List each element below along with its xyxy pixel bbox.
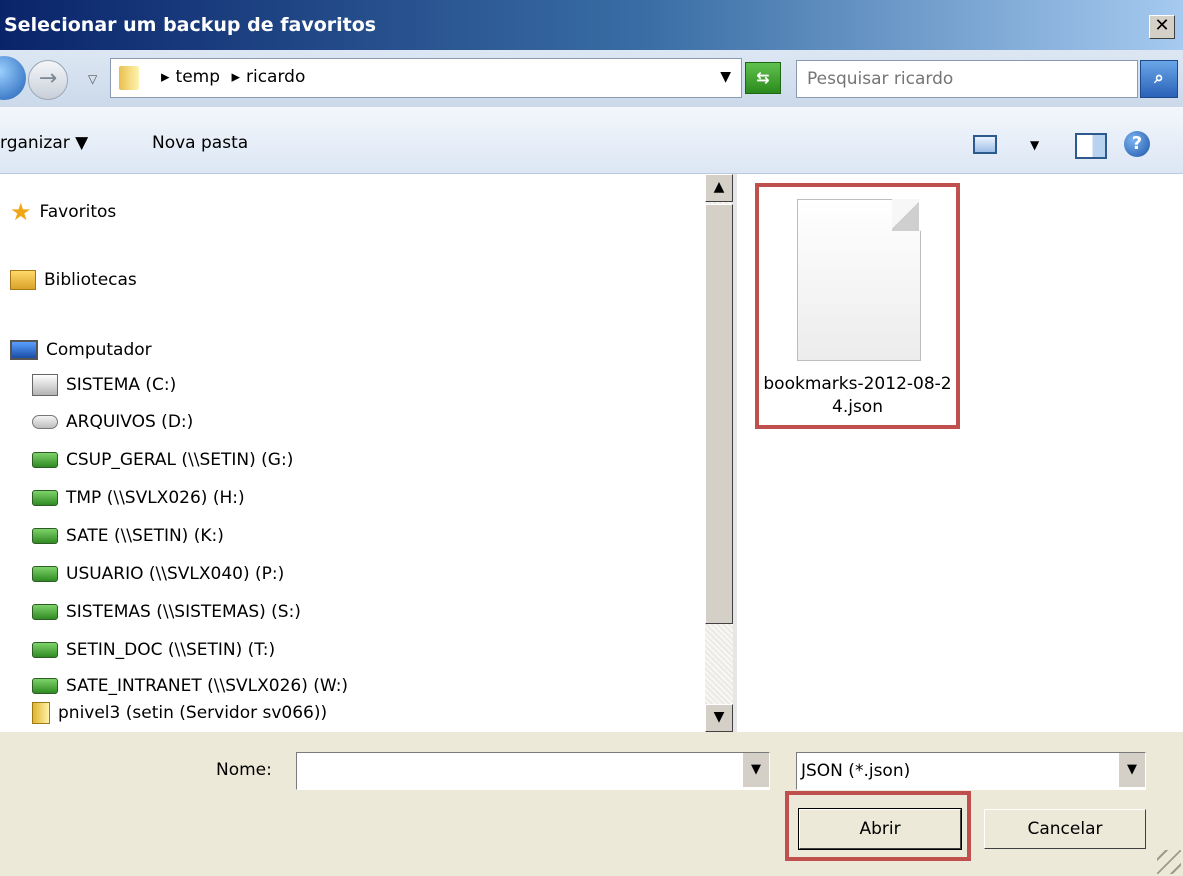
file-type-value: JSON (*.json) bbox=[801, 761, 911, 781]
forward-arrow-icon[interactable]: → bbox=[28, 60, 68, 100]
nav-item-drive-h[interactable]: TMP (\\SVLX026) (H:) bbox=[32, 488, 245, 508]
network-drive-icon bbox=[32, 490, 58, 506]
navigation-scrollbar[interactable]: ▲ ▼ bbox=[705, 174, 733, 732]
libraries-icon bbox=[10, 270, 36, 290]
network-drive-icon bbox=[32, 642, 58, 658]
change-view-icon[interactable] bbox=[973, 135, 997, 154]
preview-pane-icon[interactable] bbox=[1075, 133, 1107, 159]
breadcrumb-ricardo[interactable]: ricardo bbox=[246, 67, 305, 87]
organize-button[interactable]: rganizar ▼ bbox=[0, 133, 88, 153]
view-options-dropdown-icon[interactable]: ▼ bbox=[1030, 138, 1039, 152]
file-type-select[interactable]: JSON (*.json) ▼ bbox=[796, 752, 1146, 790]
hard-drive-icon bbox=[32, 415, 58, 429]
network-drive-icon bbox=[32, 678, 58, 694]
network-drive-icon bbox=[32, 566, 58, 582]
system-drive-icon bbox=[32, 374, 58, 396]
help-icon[interactable]: ? bbox=[1124, 131, 1150, 157]
scroll-up-arrow-icon[interactable]: ▲ bbox=[705, 174, 733, 202]
file-name: bookmarks-2012-08-24.json bbox=[763, 374, 952, 417]
refresh-button[interactable]: ⇆ bbox=[745, 62, 781, 94]
title-bar: Selecionar um backup de favoritos ✕ bbox=[0, 0, 1183, 50]
nav-item-drive-p[interactable]: USUARIO (\\SVLX040) (P:) bbox=[32, 564, 284, 584]
nav-item-computer[interactable]: Computador bbox=[10, 340, 152, 360]
nav-item-label: Computador bbox=[46, 340, 152, 360]
nav-item-label: SISTEMA (C:) bbox=[66, 375, 177, 395]
breadcrumb-separator[interactable]: ▸ bbox=[231, 67, 240, 87]
nav-item-label: SATE (\\SETIN) (K:) bbox=[66, 526, 224, 546]
scroll-down-arrow-icon[interactable]: ▼ bbox=[705, 704, 733, 732]
nav-item-drive-w[interactable]: SATE_INTRANET (\\SVLX026) (W:) bbox=[32, 676, 348, 696]
nav-item-label: SISTEMAS (\\SISTEMAS) (S:) bbox=[66, 602, 301, 622]
window-title: Selecionar um backup de favoritos bbox=[4, 14, 377, 36]
file-item[interactable]: bookmarks-2012-08-24.json bbox=[755, 183, 960, 429]
computer-icon bbox=[10, 340, 38, 360]
open-button[interactable]: Abrir bbox=[798, 808, 962, 850]
nav-item-drive-k[interactable]: SATE (\\SETIN) (K:) bbox=[32, 526, 224, 546]
nav-item-label: SETIN_DOC (\\SETIN) (T:) bbox=[66, 640, 276, 660]
nav-item-label: SATE_INTRANET (\\SVLX026) (W:) bbox=[66, 676, 349, 696]
search-box[interactable] bbox=[796, 60, 1138, 98]
nav-item-drive-s[interactable]: SISTEMAS (\\SISTEMAS) (S:) bbox=[32, 602, 301, 622]
nav-item-label: CSUP_GERAL (\\SETIN) (G:) bbox=[66, 450, 294, 470]
network-drive-icon bbox=[32, 604, 58, 620]
breadcrumb-separator[interactable]: ▸ bbox=[161, 67, 170, 87]
nav-item-label: TMP (\\SVLX026) (H:) bbox=[66, 488, 245, 508]
breadcrumb-temp[interactable]: temp bbox=[176, 67, 220, 87]
chevron-down-icon[interactable]: ▼ bbox=[1118, 753, 1145, 787]
nav-item-drive-c[interactable]: SISTEMA (C:) bbox=[32, 374, 176, 396]
new-folder-button[interactable]: Nova pasta bbox=[152, 133, 248, 153]
nav-item-label: ARQUIVOS (D:) bbox=[66, 412, 194, 432]
nav-item-favorites[interactable]: ★ Favoritos bbox=[10, 198, 116, 226]
cancel-button[interactable]: Cancelar bbox=[984, 809, 1146, 849]
zip-folder-icon bbox=[32, 702, 50, 724]
address-bar[interactable]: ▸ temp ▸ ricardo ▼ bbox=[110, 58, 742, 98]
scrollbar-thumb[interactable] bbox=[705, 204, 733, 624]
nav-item-drive-t[interactable]: SETIN_DOC (\\SETIN) (T:) bbox=[32, 640, 275, 660]
nav-item-label: pnivel3 (setin (Servidor sv066)) bbox=[58, 703, 328, 723]
command-toolbar: rganizar ▼ Nova pasta bbox=[0, 107, 1183, 174]
nav-item-drive-d[interactable]: ARQUIVOS (D:) bbox=[32, 412, 193, 432]
nav-item-label: USUARIO (\\SVLX040) (P:) bbox=[66, 564, 285, 584]
page-fold-icon bbox=[892, 199, 919, 231]
search-input[interactable] bbox=[797, 61, 1129, 97]
search-icon[interactable]: ⌕ bbox=[1140, 60, 1178, 98]
address-dropdown-icon[interactable]: ▼ bbox=[720, 69, 731, 85]
nav-item-pnivel3[interactable]: pnivel3 (setin (Servidor sv066)) bbox=[32, 702, 327, 724]
breadcrumb: ▸ temp ▸ ricardo bbox=[161, 67, 311, 87]
folder-icon bbox=[119, 66, 139, 90]
nav-item-label: Favoritos bbox=[39, 202, 117, 222]
chevron-down-icon[interactable]: ▼ bbox=[742, 753, 769, 787]
file-name-field[interactable]: ▼ bbox=[296, 752, 770, 790]
file-name-input[interactable] bbox=[297, 753, 745, 789]
resize-grip[interactable] bbox=[1157, 850, 1181, 874]
nav-item-libraries[interactable]: Bibliotecas bbox=[10, 270, 137, 290]
nav-item-drive-g[interactable]: CSUP_GERAL (\\SETIN) (G:) bbox=[32, 450, 293, 470]
recent-pages-dropdown-icon[interactable]: ▽ bbox=[88, 72, 97, 86]
network-drive-icon bbox=[32, 528, 58, 544]
network-drive-icon bbox=[32, 452, 58, 468]
navigation-pane: ★ Favoritos Bibliotecas Computador SISTE… bbox=[0, 174, 705, 732]
nav-item-label: Bibliotecas bbox=[44, 270, 137, 290]
file-name-label: Nome: bbox=[216, 760, 272, 780]
star-icon: ★ bbox=[10, 198, 32, 226]
close-button[interactable]: ✕ bbox=[1149, 15, 1175, 39]
